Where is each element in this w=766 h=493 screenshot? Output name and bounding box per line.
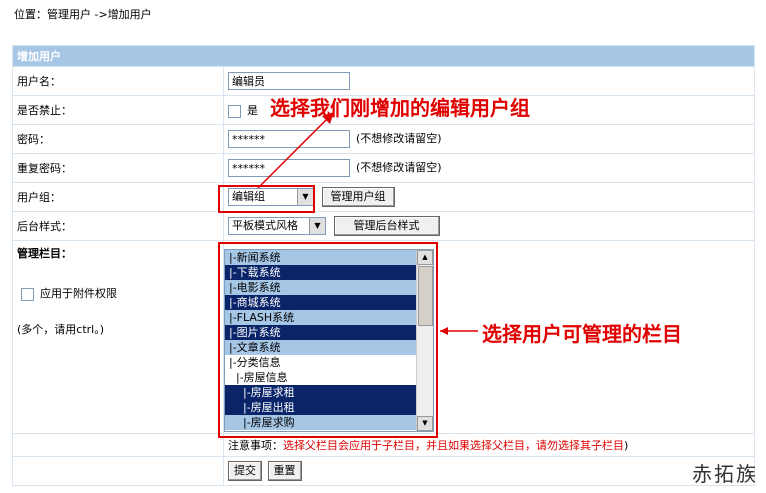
annotation-select-group: 选择我们刚增加的编辑用户组 xyxy=(270,96,530,120)
annotation-arrows xyxy=(257,112,478,335)
arrow-line-top xyxy=(257,117,329,189)
watermark-logo: 赤拓族 xyxy=(692,462,758,486)
annotation-select-columns: 选择用户可管理的栏目 xyxy=(482,322,682,346)
arrow-head-right xyxy=(440,327,448,335)
